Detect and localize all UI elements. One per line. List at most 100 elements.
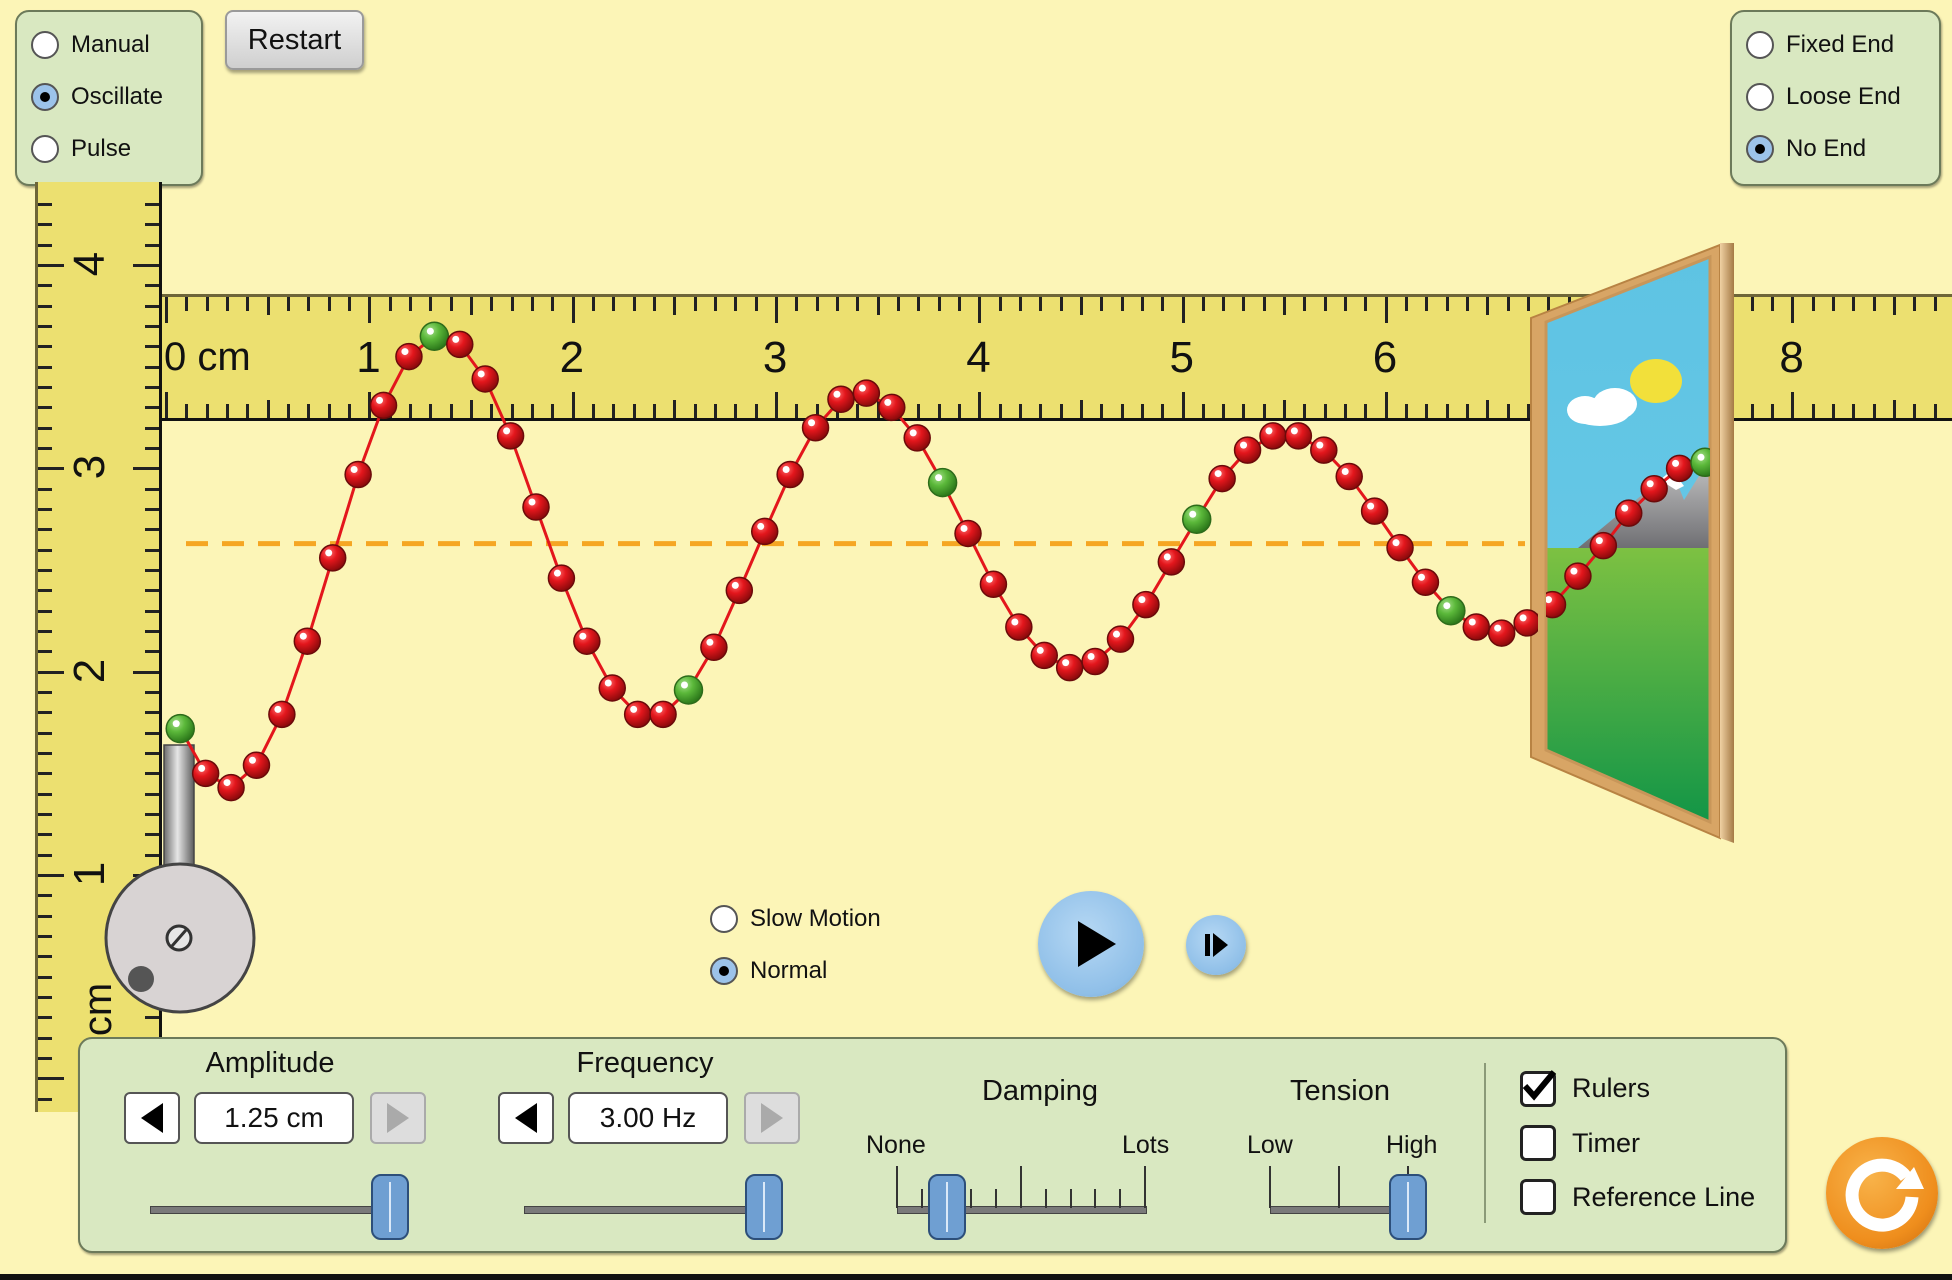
bead-highlight: [909, 429, 917, 437]
bead-highlight: [1697, 453, 1705, 461]
amplitude-title: Amplitude: [205, 1047, 335, 1079]
bead: [446, 330, 474, 359]
radio-slow-motion[interactable]: Slow Motion: [710, 899, 881, 939]
frequency-value[interactable]: 3.00 Hz: [568, 1092, 728, 1144]
bead: [776, 460, 804, 489]
bead-highlight: [655, 705, 663, 713]
bead: [1360, 497, 1389, 525]
frequency-title: Frequency: [576, 1047, 714, 1079]
bead: [547, 564, 576, 592]
bead-highlight: [706, 638, 714, 646]
bead: [522, 493, 550, 521]
slider-tick: [1144, 1166, 1146, 1208]
bead: [954, 519, 982, 548]
bead-highlight: [1417, 573, 1425, 581]
bead: [1106, 625, 1135, 653]
bead-highlight: [833, 390, 841, 398]
bead-highlight: [477, 370, 485, 378]
amplitude-slider-thumb[interactable]: [371, 1174, 409, 1240]
bead: [801, 413, 830, 442]
bead: [471, 365, 499, 393]
bead-highlight: [935, 474, 943, 482]
bead-highlight: [528, 498, 536, 506]
amplitude-decrease-button[interactable]: [124, 1092, 180, 1144]
bead: [191, 759, 220, 788]
bead: [1310, 436, 1338, 464]
play-button[interactable]: [1038, 891, 1144, 997]
panel-divider: [1484, 1063, 1486, 1223]
slider-tick: [1338, 1166, 1340, 1208]
bead-highlight: [401, 348, 409, 356]
bead: [623, 700, 652, 729]
bead-highlight: [808, 419, 816, 427]
bead-highlight: [1443, 602, 1451, 610]
tension-slider-thumb[interactable]: [1389, 1174, 1427, 1240]
bead: [1411, 568, 1440, 596]
marker-bead[interactable]: [165, 713, 195, 744]
tension-max-label: High: [1386, 1131, 1438, 1159]
frequency-slider-thumb[interactable]: [745, 1174, 783, 1240]
bead-highlight: [274, 705, 282, 713]
bead-highlight: [1570, 567, 1578, 575]
bead-highlight: [198, 764, 206, 772]
bead-highlight: [1621, 504, 1629, 512]
bead: [903, 424, 931, 452]
bead-highlight: [1011, 618, 1019, 626]
rulers-checkbox[interactable]: [1520, 1070, 1556, 1107]
bead-highlight: [1494, 624, 1502, 632]
bead-highlight: [858, 384, 866, 392]
bead: [1233, 436, 1262, 464]
string: [165, 321, 1710, 802]
bead: [1335, 462, 1363, 491]
marker-bead: [1436, 595, 1466, 626]
bead: [1157, 548, 1186, 576]
arrow-left-icon: [141, 1103, 163, 1133]
rulers-label: Rulers: [1572, 1073, 1651, 1103]
reset-all-button[interactable]: [1826, 1137, 1938, 1249]
bead: [649, 700, 677, 729]
bead: [395, 342, 423, 371]
bead-highlight: [426, 327, 434, 335]
bead: [1513, 609, 1538, 637]
reference-line-checkbox[interactable]: [1520, 1179, 1556, 1215]
arrow-left-icon: [515, 1103, 537, 1133]
bead: [1614, 499, 1643, 527]
string-line: [178, 334, 1538, 790]
bead: [1386, 533, 1414, 562]
bead-highlight: [1546, 596, 1553, 604]
amplitude-value[interactable]: 1.25 cm: [194, 1092, 354, 1144]
bead: [1284, 422, 1313, 450]
radio-normal-circle[interactable]: [710, 957, 738, 985]
oscillator-rod: [163, 744, 195, 866]
bead-highlight: [1240, 441, 1248, 449]
frequency-decrease-button[interactable]: [498, 1092, 554, 1144]
bead-highlight: [325, 549, 333, 557]
bead-highlight: [1138, 596, 1146, 604]
amplitude-increase-button[interactable]: [370, 1092, 426, 1144]
bead: [878, 393, 906, 422]
amplitude-slider-track[interactable]: [150, 1206, 392, 1214]
bead-highlight: [1290, 427, 1298, 435]
bead: [1081, 647, 1109, 676]
slider-tick: [1020, 1166, 1022, 1208]
damping-slider-thumb[interactable]: [927, 1174, 966, 1240]
radio-slow-motion-circle[interactable]: [710, 905, 738, 933]
radio-normal[interactable]: Normal: [710, 951, 827, 991]
slider-tick: [1069, 1189, 1072, 1208]
bead: [598, 674, 626, 702]
bead: [293, 627, 322, 655]
bead: [1259, 422, 1287, 450]
bead-highlight: [1265, 427, 1273, 435]
bead-highlight: [680, 681, 688, 689]
bead-highlight: [248, 756, 256, 764]
step-button[interactable]: [1186, 915, 1246, 975]
damping-title: Damping: [981, 1075, 1099, 1107]
frequency-slider-track[interactable]: [524, 1206, 766, 1214]
bead-highlight: [1468, 618, 1476, 626]
frequency-increase-button[interactable]: [744, 1092, 800, 1144]
bead: [1208, 464, 1236, 493]
slider-tick: [970, 1189, 973, 1208]
bead: [1055, 653, 1084, 682]
timer-checkbox[interactable]: [1520, 1125, 1556, 1161]
bead: [318, 544, 347, 572]
